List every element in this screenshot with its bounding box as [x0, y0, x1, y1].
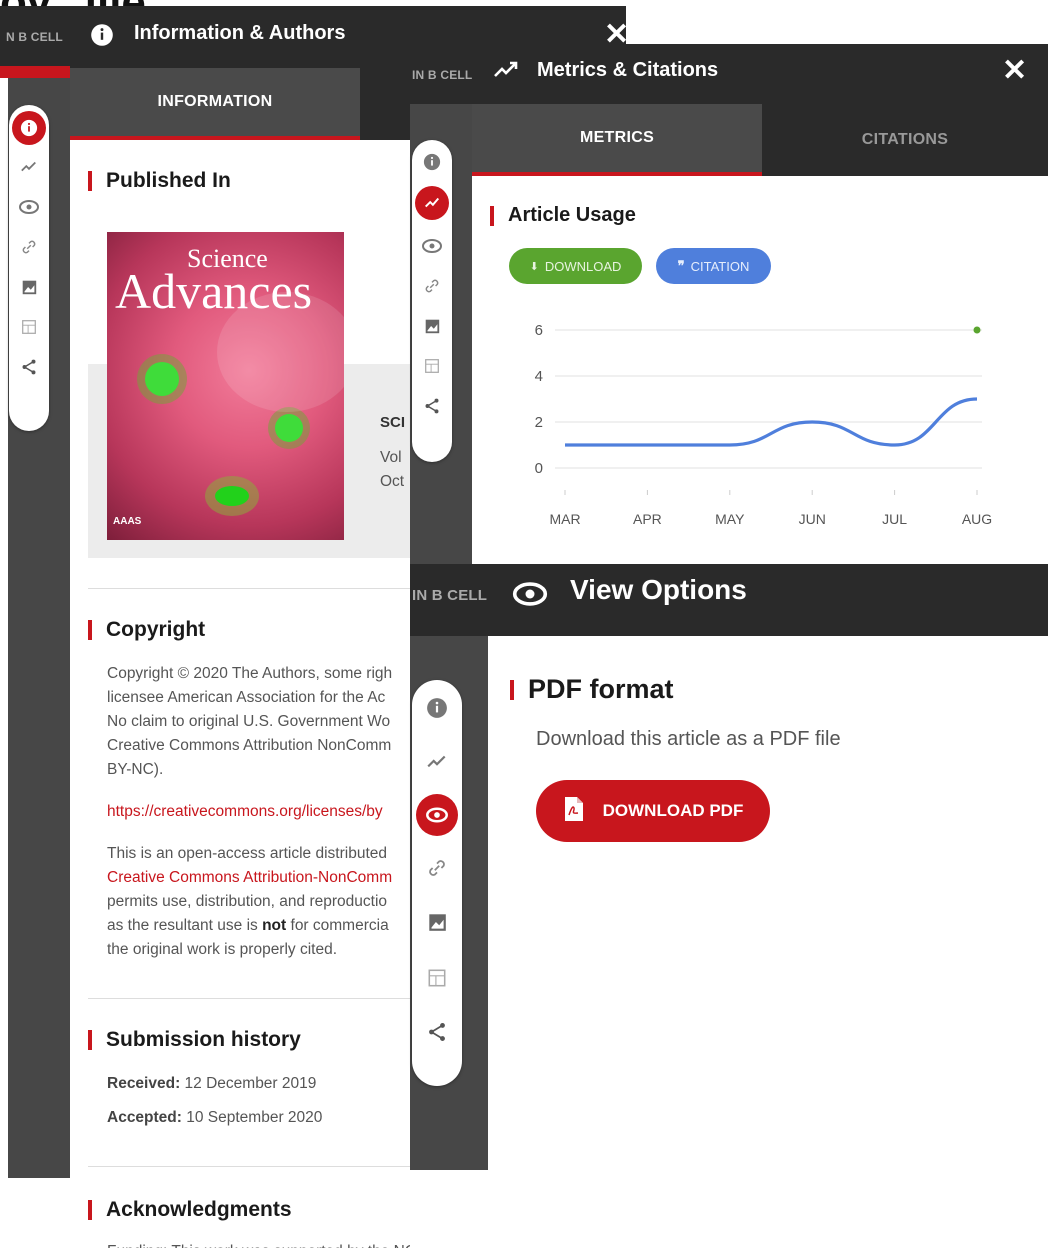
- info-panel-title: Information & Authors: [134, 22, 346, 44]
- y-tick-label: 4: [535, 368, 543, 385]
- oa-text: for commercia: [286, 917, 389, 934]
- tool-rail-3: [412, 680, 462, 1086]
- download-legend-button[interactable]: ⬇ DOWNLOAD: [509, 248, 642, 284]
- info-icon[interactable]: [12, 111, 46, 145]
- citation-legend-button[interactable]: ❞ CITATION: [656, 248, 771, 284]
- cover-blob-3: [215, 486, 249, 506]
- info-icon[interactable]: [423, 694, 451, 722]
- x-tick-label: APR: [633, 511, 662, 527]
- table-icon[interactable]: [15, 313, 43, 341]
- metrics-panel-title: Metrics & Citations: [537, 59, 719, 81]
- image-icon[interactable]: [418, 312, 446, 340]
- x-tick-label: AUG: [962, 511, 992, 527]
- trending-icon[interactable]: [423, 748, 451, 776]
- metrics-bcell-label: IN B CELL: [412, 68, 472, 82]
- tab-citations[interactable]: CITATIONS: [762, 104, 1048, 176]
- metrics-panel: IN B CELL Metrics & Citations ✕ METRICS …: [410, 44, 1048, 564]
- trending-icon: [492, 58, 520, 87]
- accepted-value: 10 September 2020: [186, 1109, 323, 1126]
- eye-icon[interactable]: [418, 232, 446, 260]
- share-icon[interactable]: [418, 392, 446, 420]
- usage-chart: 0 2 4 6 MAR APR MAY JUN JUL AUG: [535, 322, 993, 527]
- y-tick-label: 6: [535, 322, 543, 339]
- pdf-description: Download this article as a PDF file: [536, 728, 841, 750]
- tab-information[interactable]: INFORMATION: [70, 68, 360, 140]
- view-options-title: View Options: [570, 574, 747, 605]
- received-value: 12 December 2019: [184, 1075, 317, 1092]
- journal-volume-fragment: Vol: [380, 449, 402, 466]
- eye-icon[interactable]: [416, 794, 458, 836]
- quote-icon: ❞: [677, 258, 685, 273]
- download-icon: ⬇: [529, 260, 539, 273]
- close-icon[interactable]: ✕: [1002, 56, 1027, 86]
- background-bcell-label: N B CELL: [6, 30, 63, 44]
- y-tick-label: 2: [535, 414, 543, 431]
- journal-date-fragment: Oct: [380, 473, 405, 490]
- received-label: Received:: [107, 1075, 181, 1092]
- cover-fold: [217, 292, 344, 412]
- view-options-panel: IN B CELL View Options PDF format Downlo…: [410, 564, 1048, 1248]
- eye-icon: [512, 580, 548, 613]
- journal-name-fragment: SCI: [380, 414, 406, 431]
- published-in-heading: Published In: [88, 169, 231, 193]
- x-tick-label: MAY: [715, 511, 745, 527]
- download-label: DOWNLOAD: [544, 258, 622, 274]
- image-icon[interactable]: [15, 273, 43, 301]
- download-pdf-button[interactable]: DOWNLOAD PDF: [536, 780, 770, 842]
- copyright-heading: Copyright: [88, 618, 205, 642]
- info-icon[interactable]: [418, 148, 446, 176]
- x-tick-label: JUN: [799, 511, 826, 527]
- info-circle-icon: [90, 23, 114, 52]
- trending-icon[interactable]: [415, 186, 449, 220]
- table-icon[interactable]: [423, 964, 451, 992]
- x-tick-label: JUL: [882, 511, 907, 527]
- trending-icon[interactable]: [15, 153, 43, 181]
- oa-bold: not: [262, 917, 287, 934]
- tab-metrics[interactable]: METRICS: [472, 104, 762, 176]
- pdf-format-heading: PDF format: [510, 674, 674, 705]
- download-series-point: [973, 326, 981, 334]
- image-icon[interactable]: [423, 908, 451, 936]
- oa-text: as the resultant use is: [107, 917, 263, 934]
- journal-cover-image[interactable]: Science Advances AAAS: [107, 232, 344, 540]
- y-tick-label: 0: [535, 460, 543, 477]
- background-red-bar: [0, 64, 72, 78]
- pdf-file-icon: [563, 796, 585, 827]
- link-icon[interactable]: [418, 272, 446, 300]
- accepted-row: Accepted: 10 September 2020: [107, 1106, 322, 1130]
- license-link[interactable]: https://creativecommons.org/licenses/by: [107, 800, 383, 824]
- citation-label: CITATION: [690, 258, 750, 274]
- received-row: Received: 12 December 2019: [107, 1072, 316, 1096]
- cover-blob-2: [275, 414, 303, 442]
- submission-history-heading: Submission history: [88, 1028, 301, 1052]
- cover-publisher-mark: AAAS: [113, 516, 142, 527]
- share-icon[interactable]: [15, 353, 43, 381]
- x-tick-label: MAR: [549, 511, 580, 527]
- tool-rail-1: [9, 105, 49, 431]
- share-icon[interactable]: [423, 1018, 451, 1046]
- link-icon[interactable]: [423, 854, 451, 882]
- tool-rail-2: [412, 140, 452, 462]
- cover-blob-1: [145, 362, 179, 396]
- link-icon[interactable]: [15, 233, 43, 261]
- article-usage-heading: Article Usage: [490, 204, 636, 227]
- accepted-label: Accepted:: [107, 1109, 182, 1126]
- view-bcell-label: IN B CELL: [412, 587, 488, 604]
- download-pdf-label: DOWNLOAD PDF: [602, 801, 744, 820]
- eye-icon[interactable]: [15, 193, 43, 221]
- acknowledgments-heading: Acknowledgments: [88, 1198, 292, 1222]
- table-icon[interactable]: [418, 352, 446, 380]
